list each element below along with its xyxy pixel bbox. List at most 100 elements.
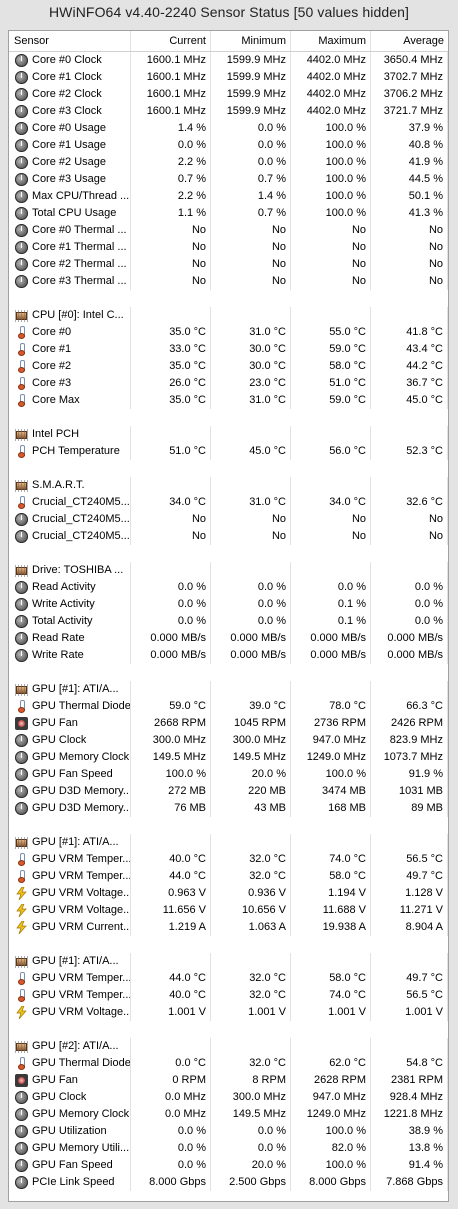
hwinfo-sensor-window: HWiNFO64 v4.40-2240 Sensor Status [50 va… (0, 0, 458, 1209)
sensor-name-cell: GPU [#1]: ATI/A... (9, 834, 131, 851)
sensor-group-row[interactable]: GPU [#2]: ATI/A... (9, 1038, 448, 1055)
sensor-row[interactable]: Core #1 Clock 1600.1 MHz 1599.9 MHz 4402.0 … (9, 69, 448, 86)
sensor-row[interactable]: GPU Clock 0.0 MHz 300.0 MHz 947.0 MHz 928.4 … (9, 1089, 448, 1106)
sensor-row[interactable]: Read Activity 0.0 % 0.0 % 0.0 % 0.0 % (9, 579, 448, 596)
sensor-row[interactable]: Core #0 35.0 °C 31.0 °C 55.0 °C 41.8 °C (9, 324, 448, 341)
empty-row (9, 290, 448, 307)
clock-icon (15, 1091, 28, 1104)
sensor-row[interactable]: GPU Fan Speed 0.0 % 20.0 % 100.0 % 91.4 % (9, 1157, 448, 1174)
sensor-row[interactable]: GPU D3D Memory... 76 MB 43 MB 168 MB 89 MB (9, 800, 448, 817)
sensor-row[interactable]: Core #3 Usage 0.7 % 0.7 % 100.0 % 44.5 % (9, 171, 448, 188)
sensor-table[interactable]: Sensor Current Minimum Maximum Average C… (8, 30, 449, 1202)
sensor-row[interactable]: GPU Fan 2668 RPM 1045 RPM 2736 RPM 2426 RPM (9, 715, 448, 732)
column-header-average[interactable]: Average (371, 31, 448, 51)
sensor-row[interactable]: GPU VRM Voltage... 0.963 V 0.936 V 1.194 V1… (9, 885, 448, 902)
sensor-row[interactable]: Core #0 Clock 1600.1 MHz 1599.9 MHz 4402.0 … (9, 52, 448, 69)
sensor-row[interactable]: PCH Temperature 51.0 °C 45.0 °C 56.0 °C 52.3… (9, 443, 448, 460)
sensor-row[interactable]: GPU Fan Speed 100.0 % 20.0 % 100.0 % 91.9 % (9, 766, 448, 783)
sensor-row[interactable]: GPU VRM Temper... 40.0 °C 32.0 °C 74.0 °C 56… (9, 851, 448, 868)
minimum-value: 1599.9 MHz (211, 86, 291, 103)
sensor-row[interactable]: Core #1 Usage 0.0 % 0.0 % 100.0 % 40.8 % (9, 137, 448, 154)
minimum-value: 149.5 MHz (211, 749, 291, 766)
current-value: 40.0 °C (131, 851, 211, 868)
sensor-row[interactable]: GPU Thermal Diode 59.0 °C 39.0 °C 78.0 °C 66… (9, 698, 448, 715)
current-value: 44.0 °C (131, 868, 211, 885)
sensor-row[interactable]: GPU Fan 0 RPM 8 RPM 2628 RPM 2381 RPM (9, 1072, 448, 1089)
maximum-value (291, 1038, 371, 1055)
sensor-row[interactable]: Core Max 35.0 °C 31.0 °C 59.0 °C 45.0 °C (9, 392, 448, 409)
sensor-group-row[interactable]: Drive: TOSHIBA ... (9, 562, 448, 579)
sensor-row[interactable]: Total CPU Usage 1.1 % 0.7 % 100.0 % 41.3 % (9, 205, 448, 222)
sensor-label: GPU Memory Utili... (32, 1142, 130, 1154)
sensor-row[interactable]: GPU D3D Memory... 272 MB 220 MB 3474 MB 1031… (9, 783, 448, 800)
sensor-row[interactable]: GPU Clock 300.0 MHz 300.0 MHz 947.0 MHz 823.… (9, 732, 448, 749)
sensor-group-row[interactable]: GPU [#1]: ATI/A... (9, 834, 448, 851)
current-value: 33.0 °C (131, 341, 211, 358)
sensor-row[interactable]: GPU Thermal Diode 0.0 °C 32.0 °C 62.0 °C 54.… (9, 1055, 448, 1072)
sensor-group-row[interactable]: GPU [#1]: ATI/A... (9, 953, 448, 970)
sensor-row[interactable]: Core #2 Clock 1600.1 MHz 1599.9 MHz 4402.0 … (9, 86, 448, 103)
sensor-row[interactable]: Core #0 Usage 1.4 % 0.0 % 100.0 % 37.9 % (9, 120, 448, 137)
sensor-group-row[interactable]: CPU [#0]: Intel C... (9, 307, 448, 324)
sensor-row[interactable]: Crucial_CT240M5... No No No No (9, 511, 448, 528)
sensor-row[interactable]: Core #1 33.0 °C 30.0 °C 59.0 °C 43.4 °C (9, 341, 448, 358)
column-header-minimum[interactable]: Minimum (211, 31, 291, 51)
sensor-row[interactable]: GPU Memory Clock 0.0 MHz 149.5 MHz 1249.0 M… (9, 1106, 448, 1123)
sensor-row[interactable]: Crucial_CT240M5... 34.0 °C 31.0 °C 34.0 °C 3… (9, 494, 448, 511)
sensor-row[interactable]: Max CPU/Thread ... 2.2 % 1.4 % 100.0 % 50.1 … (9, 188, 448, 205)
minimum-value: No (211, 239, 291, 256)
sensor-row[interactable]: GPU Utilization 0.0 % 0.0 % 100.0 % 38.9 % (9, 1123, 448, 1140)
sensor-row[interactable]: Read Rate 0.000 MB/s 0.000 MB/s 0.000 MB/s 0… (9, 630, 448, 647)
sensor-row[interactable]: GPU VRM Current... 1.219 A 1.063 A 19.938 A… (9, 919, 448, 936)
maximum-value: 100.0 % (291, 205, 371, 222)
current-value: 0.0 % (131, 613, 211, 630)
sensor-name-cell: Crucial_CT240M5... (9, 511, 131, 528)
sensor-label: GPU VRM Temper... (32, 853, 130, 865)
minimum-value: 43 MB (211, 800, 291, 817)
current-value: No (131, 239, 211, 256)
maximum-value: 100.0 % (291, 188, 371, 205)
sensor-row[interactable]: GPU Memory Utili... 0.0 % 0.0 % 82.0 % 13.8 … (9, 1140, 448, 1157)
sensor-row[interactable]: Core #3 Clock 1600.1 MHz 1599.9 MHz 4402.0 … (9, 103, 448, 120)
sensor-row[interactable]: Core #1 Thermal ... No No No No (9, 239, 448, 256)
current-value: 1.219 A (131, 919, 211, 936)
sensor-group-row[interactable]: GPU [#1]: ATI/A... (9, 681, 448, 698)
sensor-row[interactable]: GPU VRM Temper... 40.0 °C 32.0 °C 74.0 °C 56… (9, 987, 448, 1004)
sensor-group-row[interactable]: Intel PCH (9, 426, 448, 443)
column-header-maximum[interactable]: Maximum (291, 31, 371, 51)
average-value: 1031 MB (371, 783, 448, 800)
sensor-group-row[interactable]: S.M.A.R.T. (9, 477, 448, 494)
sensor-row[interactable]: Core #3 26.0 °C 23.0 °C 51.0 °C 36.7 °C (9, 375, 448, 392)
sensor-row[interactable]: Total Activity 0.0 % 0.0 % 0.1 % 0.0 % (9, 613, 448, 630)
sensor-row[interactable]: Write Rate 0.000 MB/s 0.000 MB/s 0.000 MB/s… (9, 647, 448, 664)
sensor-name-cell: Core #3 Usage (9, 171, 131, 188)
minimum-value: 10.656 V (211, 902, 291, 919)
sensor-name-cell: GPU VRM Voltage... (9, 902, 131, 919)
sensor-row[interactable]: GPU VRM Temper... 44.0 °C 32.0 °C 58.0 °C 49… (9, 970, 448, 987)
current-value: 0.000 MB/s (131, 630, 211, 647)
sensor-label: Core #3 (32, 377, 72, 389)
sensor-row[interactable]: GPU Memory Clock 149.5 MHz 149.5 MHz 1249.0… (9, 749, 448, 766)
column-header-current[interactable]: Current (131, 31, 211, 51)
column-header-sensor[interactable]: Sensor (9, 31, 131, 51)
sensor-row[interactable]: PCIe Link Speed 8.000 Gbps 2.500 Gbps 8.000… (9, 1174, 448, 1191)
sensor-row[interactable]: Core #2 Usage 2.2 % 0.0 % 100.0 % 41.9 % (9, 154, 448, 171)
average-value: 44.5 % (371, 171, 448, 188)
sensor-row[interactable]: Core #2 35.0 °C 30.0 °C 58.0 °C 44.2 °C (9, 358, 448, 375)
sensor-row[interactable]: Core #0 Thermal ... No No No No (9, 222, 448, 239)
sensor-name-cell: PCIe Link Speed (9, 1174, 131, 1191)
sensor-label: GPU VRM Temper... (32, 972, 130, 984)
sensor-row[interactable]: Crucial_CT240M5... No No No No (9, 528, 448, 545)
sensor-label: GPU Fan (32, 1074, 78, 1086)
sensor-row[interactable]: Core #3 Thermal ... No No No No (9, 273, 448, 290)
sensor-label: GPU VRM Voltage... (32, 1006, 130, 1018)
thermometer-icon (15, 343, 28, 356)
average-value: 41.3 % (371, 205, 448, 222)
sensor-row[interactable]: Write Activity 0.0 % 0.0 % 0.1 % 0.0 % (9, 596, 448, 613)
sensor-row[interactable]: GPU VRM Voltage... 1.001 V 1.001 V 1.001 V1… (9, 1004, 448, 1021)
maximum-value: 58.0 °C (291, 868, 371, 885)
sensor-row[interactable]: Core #2 Thermal ... No No No No (9, 256, 448, 273)
sensor-row[interactable]: GPU VRM Temper... 44.0 °C 32.0 °C 58.0 °C 49… (9, 868, 448, 885)
sensor-row[interactable]: GPU VRM Voltage... 11.656 V 10.656 V 11.688… (9, 902, 448, 919)
clock-icon (15, 1125, 28, 1138)
